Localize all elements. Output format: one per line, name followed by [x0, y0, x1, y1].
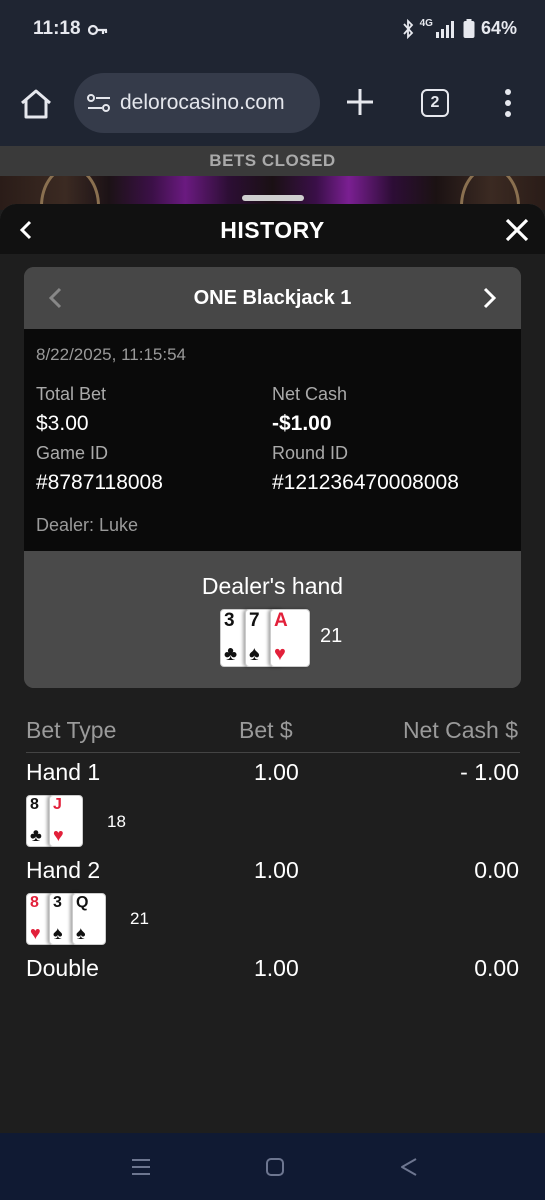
bet-amount: 1.00 — [254, 759, 299, 785]
browser-toolbar: delorocasino.com 2 — [0, 60, 545, 146]
card-suit: ♠ — [76, 923, 86, 943]
battery-icon — [463, 18, 475, 38]
playing-card: A ♥ — [270, 609, 310, 667]
home-nav-icon[interactable] — [265, 1157, 285, 1177]
close-icon[interactable] — [503, 216, 531, 244]
next-round-icon[interactable] — [479, 286, 499, 310]
dealer-hand-title: Dealer's hand — [201, 573, 344, 599]
bluetooth-icon — [402, 18, 413, 39]
drag-handle[interactable] — [242, 195, 304, 201]
player-hand-cards: 8 ♥ 3 ♠ Q ♠ — [26, 893, 126, 945]
net-cash-amount: 0.00 — [474, 857, 519, 883]
card-rank: 3 — [53, 894, 62, 911]
round-details: 8/22/2025, 11:15:54 Total Bet $3.00 Net … — [24, 329, 521, 551]
total-bet-value: $3.00 — [36, 412, 89, 435]
card-rank: Q — [76, 894, 89, 911]
status-time: 11:18 — [33, 18, 81, 39]
hand-total: 18 — [107, 812, 126, 831]
site-settings-icon[interactable] — [86, 92, 112, 114]
bet-type: Hand 1 — [26, 759, 101, 785]
history-header: HISTORY — [0, 204, 545, 254]
game-navigator: ONE Blackjack 1 — [24, 267, 521, 329]
card-suit: ♣ — [224, 643, 238, 665]
dealer-name: Dealer: Luke — [36, 515, 139, 535]
more-menu-icon[interactable] — [500, 88, 516, 118]
signal-icon — [435, 20, 454, 38]
net-cash-value: -$1.00 — [272, 412, 332, 435]
dealer-total: 21 — [320, 625, 343, 647]
net-cash-label: Net Cash — [272, 384, 348, 404]
card-suit: ♠ — [249, 643, 260, 665]
card-suit: ♣ — [30, 825, 42, 845]
battery-level: 64% — [480, 18, 517, 38]
card-suit: ♥ — [30, 923, 41, 943]
column-bet: Bet $ — [239, 717, 293, 743]
system-navigation-bar — [0, 1133, 545, 1200]
home-icon[interactable] — [18, 86, 54, 122]
bets-table-header: Bet Type Bet $ Net Cash $ — [26, 717, 520, 753]
game-id-value: #8787118008 — [36, 471, 163, 494]
game-name: ONE Blackjack 1 — [193, 287, 352, 309]
net-cash-amount: 0.00 — [474, 955, 519, 981]
bet-amount: 1.00 — [254, 857, 299, 883]
column-bet-type: Bet Type — [26, 717, 117, 743]
bet-amount: 1.00 — [254, 955, 299, 981]
player-hand-cards: 8 ♣ J ♥ — [26, 795, 106, 847]
total-bet-label: Total Bet — [36, 384, 107, 404]
dealer-hand: Dealer's hand 3 ♣ 7 ♠ A ♥ 21 — [24, 551, 521, 688]
card-rank: J — [53, 796, 62, 813]
round-datetime: 8/22/2025, 11:15:54 — [36, 345, 186, 364]
bets-status-banner: BETS CLOSED — [0, 146, 545, 176]
back-nav-icon[interactable] — [399, 1157, 419, 1177]
card-rank: 3 — [224, 610, 235, 631]
game-id-label: Game ID — [36, 443, 109, 463]
card-suit: ♠ — [53, 923, 63, 943]
column-net-cash: Net Cash $ — [402, 717, 518, 743]
card-rank: 7 — [249, 610, 260, 631]
new-tab-icon[interactable] — [343, 85, 377, 119]
playing-card: Q ♠ — [72, 893, 106, 945]
net-cash-amount: - 1.00 — [460, 759, 519, 785]
card-suit: ♥ — [274, 643, 286, 665]
status-bar: 11:18 4G 64% — [0, 0, 545, 60]
round-id-value: #121236470008008 — [272, 471, 459, 494]
card-rank: A — [274, 610, 288, 631]
tab-switcher-button[interactable]: 2 — [421, 89, 449, 117]
hand-total: 21 — [130, 909, 149, 928]
address-bar[interactable]: delorocasino.com — [74, 73, 320, 133]
status-indicators: 4G 64% — [402, 18, 517, 39]
card-rank: 8 — [30, 796, 39, 813]
card-suit: ♥ — [53, 825, 64, 845]
history-title: HISTORY — [220, 217, 325, 243]
bet-type: Hand 2 — [26, 857, 101, 883]
recent-apps-icon[interactable] — [131, 1157, 151, 1177]
url-text: delorocasino.com — [120, 91, 285, 114]
round-details-card: ONE Blackjack 1 8/22/2025, 11:15:54 Tota… — [24, 267, 521, 688]
bet-type: Double — [26, 955, 99, 981]
round-id-label: Round ID — [272, 443, 349, 463]
network-type: 4G — [419, 18, 433, 29]
card-rank: 8 — [30, 894, 39, 911]
playing-card: J ♥ — [49, 795, 83, 847]
key-icon — [88, 24, 108, 36]
